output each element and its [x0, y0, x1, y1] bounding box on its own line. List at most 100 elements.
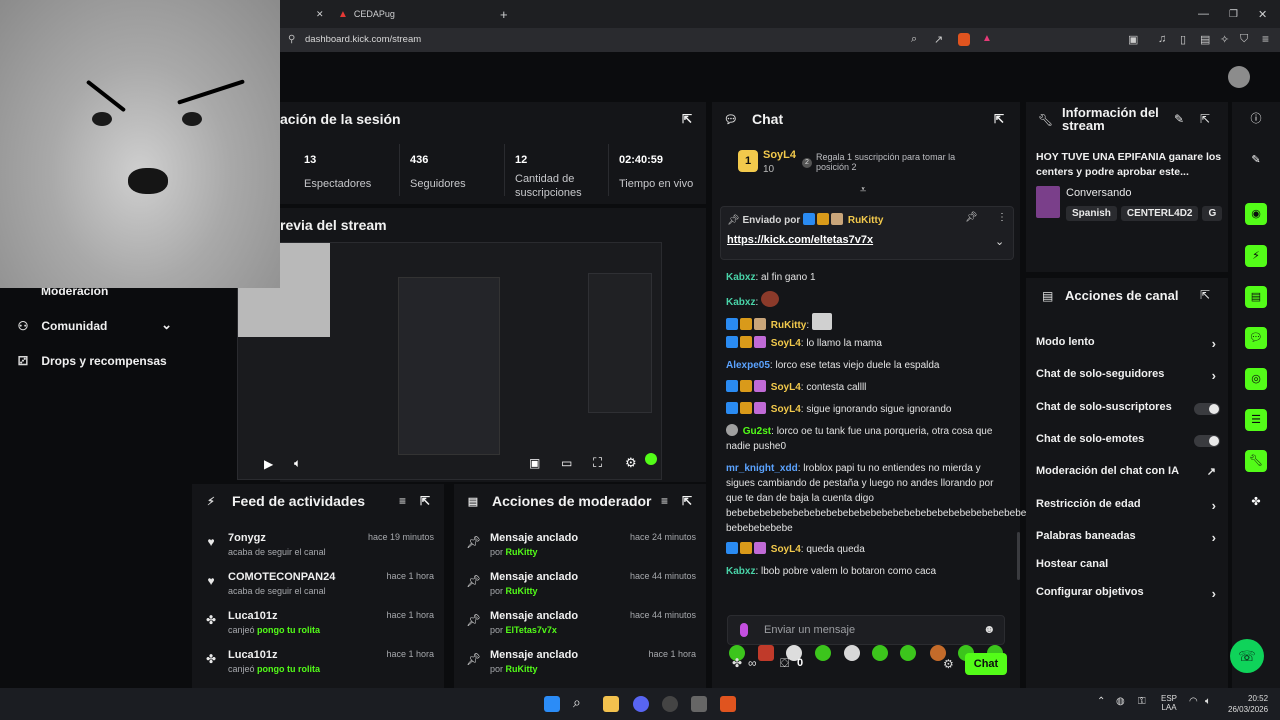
wifi-icon[interactable]: ◠ [1189, 696, 1198, 707]
wallet-icon[interactable]: ▤ [1200, 33, 1210, 46]
category-name[interactable]: Conversando [1066, 187, 1131, 199]
category-thumbnail[interactable] [1036, 186, 1060, 218]
edit-icon[interactable]: ✎ [1174, 112, 1184, 126]
send-chat-button[interactable]: Chat [965, 653, 1007, 675]
maximize-icon[interactable]: ❐ [1229, 3, 1238, 25]
drops-icon[interactable]: ✤ [1245, 491, 1267, 513]
new-tab-icon[interactable]: + [500, 3, 508, 25]
filter-icon[interactable]: ≡ [661, 494, 668, 508]
subscribers-only-action[interactable]: Chat de solo-suscriptores [1036, 401, 1220, 421]
chat-settings-icon[interactable]: ⚙ [943, 657, 954, 671]
play-icon[interactable]: ▶ [264, 457, 273, 471]
document-icon[interactable]: ▤ [1245, 286, 1267, 308]
list-icon[interactable]: ☰ [1245, 409, 1267, 431]
media-icon[interactable]: ♫ [1158, 33, 1166, 45]
wrench-icon[interactable]: 🔧︎ [1245, 450, 1267, 472]
pinned-link[interactable]: https://kick.com/eltetas7v7x [727, 234, 873, 246]
avatar[interactable] [1228, 66, 1250, 88]
tag[interactable]: CENTERL4D2 [1120, 206, 1199, 221]
discord-icon[interactable] [633, 696, 649, 712]
browser-tab[interactable]: ✕ [282, 3, 328, 25]
sidebar-toggle-icon[interactable]: ▯ [1180, 33, 1186, 46]
brave-icon[interactable] [720, 696, 736, 712]
emotes-only-toggle[interactable] [1194, 435, 1220, 447]
info-icon[interactable]: ⓘ [1245, 108, 1267, 130]
pencil-icon[interactable]: ✎ [1245, 149, 1267, 171]
collapse-leaderboard-icon[interactable]: ⩡ [860, 184, 866, 197]
followers-only-action[interactable]: Chat de solo-seguidores › [1036, 368, 1220, 388]
brave-shield-icon[interactable] [958, 33, 970, 46]
configure-goals-action[interactable]: Configurar objetivos › [1036, 586, 1220, 606]
emotes-only-action[interactable]: Chat de solo-emotes [1036, 433, 1220, 453]
menu-icon[interactable]: ≡ [1262, 32, 1269, 46]
microphone-icon[interactable] [740, 623, 748, 637]
chat-input[interactable]: Enviar un mensaje ☻ [727, 615, 1005, 645]
ai-moderation-action[interactable]: Moderación del chat con IA ↗ [1036, 465, 1220, 485]
tag[interactable]: G [1202, 206, 1222, 221]
clock[interactable]: 20:52 26/03/2026 [1228, 693, 1268, 715]
subscribers-only-toggle[interactable] [1194, 403, 1220, 415]
site-info-icon[interactable]: ⚲ [288, 34, 295, 45]
close-window-icon[interactable]: ✕ [1258, 3, 1267, 25]
sidebar-item-community[interactable]: ⚇ Comunidad ⌄ [16, 317, 172, 333]
vpn-icon[interactable]: ⛉ [1240, 33, 1248, 46]
language-indicator[interactable]: ESP LAA [1161, 694, 1177, 712]
popout-icon[interactable]: ⇱ [1200, 112, 1210, 126]
chat-bubble-icon[interactable]: 💬︎ [1245, 327, 1267, 349]
volume-icon[interactable]: 🔈︎ [294, 456, 301, 471]
file-explorer-icon[interactable] [603, 696, 619, 712]
obs-icon[interactable] [662, 696, 678, 712]
filter-icon[interactable]: ≡ [399, 494, 406, 508]
theater-icon[interactable]: ▭ [561, 456, 572, 470]
leader-name[interactable]: SoyL4 [763, 149, 796, 161]
slow-mode-action[interactable]: Modo lento › [1036, 336, 1220, 356]
pip-icon[interactable]: ▣ [529, 456, 540, 470]
help-button[interactable]: ☏ [1230, 639, 1264, 673]
emoji-icon[interactable]: ☻ [983, 622, 996, 636]
expand-pinned-icon[interactable]: ⌄ [995, 235, 1004, 248]
emote-icon[interactable] [758, 645, 774, 661]
settings-icon[interactable]: ⚙ [625, 455, 637, 471]
chevron-right-icon: › [1211, 336, 1216, 351]
sidebar-item-drops[interactable]: ⚂ Drops y recompensas [16, 354, 167, 368]
search-icon[interactable]: ⌕ [573, 694, 581, 711]
fullscreen-icon[interactable]: ⛶ [593, 455, 602, 471]
close-tab-icon[interactable]: ✕ [316, 9, 324, 20]
points-icon[interactable]: ✤ [732, 656, 742, 670]
host-channel-action[interactable]: Hostear canal [1036, 558, 1220, 578]
app-icon[interactable] [691, 696, 707, 712]
gift-icon[interactable]: ⛋ [780, 656, 789, 671]
age-restriction-action[interactable]: Restricción de edad › [1036, 498, 1220, 518]
expand-icon[interactable]: ⇱ [682, 112, 692, 126]
volume-icon[interactable]: 🔈︎ [1205, 696, 1211, 707]
leo-ai-icon[interactable]: ✧ [1220, 33, 1229, 46]
brave-rewards-icon[interactable]: ▲ [982, 33, 992, 44]
popout-icon[interactable]: ⇱ [994, 112, 1004, 126]
more-options-icon[interactable]: ⋮ [997, 212, 1007, 223]
url-text[interactable]: dashboard.kick.com/stream [305, 34, 421, 45]
stream-video[interactable]: ▶ 🔈︎ ▣ ▭ ⛶ ⚙ [237, 242, 662, 480]
tray-icon[interactable]: ◍ [1116, 696, 1125, 707]
emote-icon[interactable] [815, 645, 831, 661]
bolt-icon[interactable]: ⚡︎ [1245, 245, 1267, 267]
unpin-icon[interactable]: 📌︎ [965, 212, 978, 223]
browser-tab-cedapug[interactable]: ▲ CEDAPug [338, 3, 395, 25]
popout-icon[interactable]: ⇱ [420, 494, 430, 508]
tag[interactable]: Spanish [1066, 206, 1117, 221]
zoom-icon[interactable]: ⌕ [911, 33, 917, 46]
camera-icon[interactable]: ◉ [1245, 203, 1267, 225]
emote-icon[interactable] [844, 645, 860, 661]
chat-scrollbar[interactable] [1017, 532, 1020, 580]
emote-icon[interactable] [872, 645, 888, 661]
broadcast-icon[interactable]: ◎ [1245, 368, 1267, 390]
minimize-icon[interactable]: — [1198, 3, 1209, 25]
emote-icon[interactable] [900, 645, 916, 661]
tab-search-icon[interactable]: ▣ [1128, 33, 1138, 46]
share-icon[interactable]: ↗ [934, 33, 943, 46]
tray-icon[interactable]: ⚿ [1138, 696, 1146, 707]
popout-icon[interactable]: ⇱ [1200, 288, 1210, 302]
banned-words-action[interactable]: Palabras baneadas › [1036, 530, 1220, 550]
popout-icon[interactable]: ⇱ [682, 494, 692, 508]
start-icon[interactable] [544, 696, 560, 712]
tray-chevron-icon[interactable]: ⌃ [1097, 696, 1105, 707]
